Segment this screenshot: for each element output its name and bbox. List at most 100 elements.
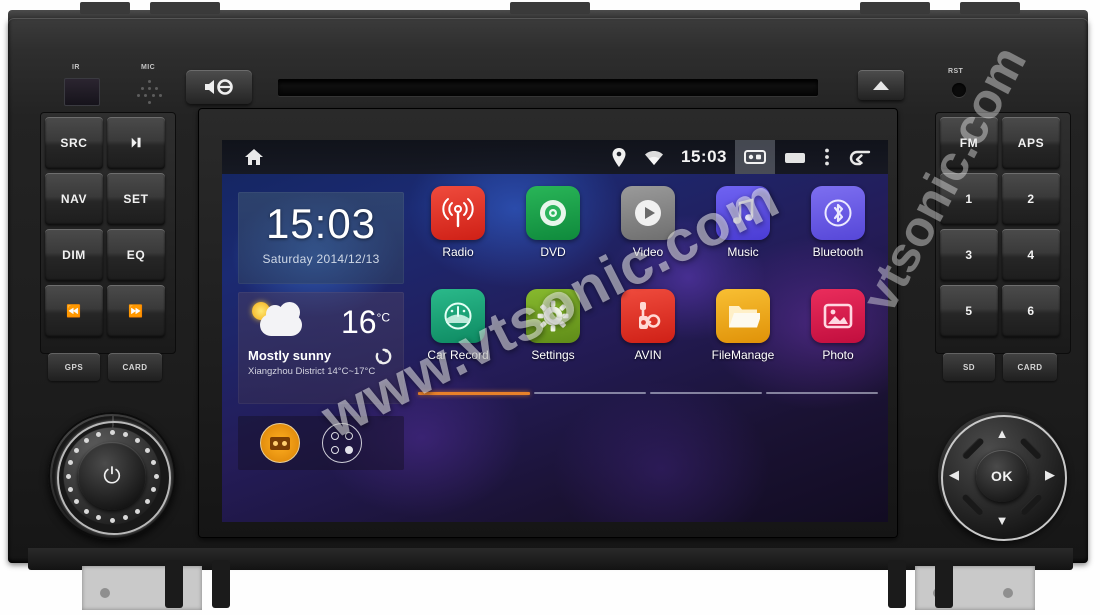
app-avin[interactable]: AVIN bbox=[608, 289, 688, 362]
clock-widget-time: 15:03 bbox=[265, 200, 377, 247]
app-label: DVD bbox=[540, 245, 566, 259]
app-row-2: Car Record Settings AVIN FileManage Phot… bbox=[418, 289, 878, 362]
preset-2-button[interactable]: 2 bbox=[1002, 173, 1060, 225]
button-label: 4 bbox=[1027, 248, 1035, 262]
app-settings[interactable]: Settings bbox=[513, 289, 593, 362]
preset-3-button[interactable]: 3 bbox=[940, 229, 998, 281]
clock-widget[interactable]: 15:03 Saturday 2014/12/13 bbox=[238, 192, 404, 284]
slot-label: SD bbox=[962, 362, 976, 372]
dpad-control[interactable]: ▲ ▼ ◀ ▶ OK bbox=[938, 412, 1067, 541]
app-car-record[interactable]: Car Record bbox=[418, 289, 498, 362]
button-label: DIM bbox=[62, 248, 86, 262]
app-label: Video bbox=[632, 245, 664, 259]
disc-slot[interactable] bbox=[278, 79, 818, 96]
dpad-right-button[interactable]: ▶ bbox=[1045, 467, 1055, 483]
app-radio[interactable]: Radio bbox=[418, 186, 498, 259]
app-photo[interactable]: Photo bbox=[798, 289, 878, 362]
button-label: SRC bbox=[60, 136, 88, 150]
microphone-grille bbox=[137, 80, 163, 104]
page-dot[interactable] bbox=[650, 392, 762, 394]
weather-location-range: Xiangzhou District 14°C~17°C bbox=[248, 366, 376, 377]
button-label: ⏪ bbox=[66, 304, 82, 318]
touchscreen[interactable]: 15:03 15:03 Saturday 2014/12/13 16°C Mos… bbox=[222, 140, 888, 522]
power-button[interactable]: ⏻ bbox=[78, 442, 146, 510]
navigation-button[interactable]: NAV bbox=[45, 173, 103, 225]
page-indicator[interactable] bbox=[418, 392, 878, 395]
app-filemanager[interactable]: FileManage bbox=[703, 289, 783, 362]
preset-1-button[interactable]: 1 bbox=[940, 173, 998, 225]
screenshot-root: IR MIC RST SRC ⏵❙ NAV SET DIM EQ ⏪ ⏩ GPS… bbox=[0, 0, 1100, 615]
source-button[interactable]: SRC bbox=[45, 117, 103, 169]
mounting-clip bbox=[888, 560, 906, 608]
fm-band-button[interactable]: FM bbox=[940, 117, 998, 169]
app-video[interactable]: Video bbox=[608, 186, 688, 259]
gps-card-slot[interactable]: GPS bbox=[48, 353, 100, 381]
reset-label: RST bbox=[948, 68, 964, 75]
av-input-icon bbox=[639, 302, 661, 329]
sd-slot[interactable]: SD bbox=[943, 353, 995, 381]
preset-5-button[interactable]: 5 bbox=[940, 285, 998, 337]
bluetooth-icon-tile bbox=[811, 186, 865, 240]
overflow-menu-icon bbox=[825, 148, 829, 166]
music-note-icon bbox=[733, 198, 754, 224]
app-label: Settings bbox=[531, 348, 575, 362]
media-shortcut[interactable] bbox=[260, 423, 300, 463]
setup-button[interactable]: SET bbox=[107, 173, 165, 225]
mute-button[interactable] bbox=[186, 70, 252, 104]
refresh-icon bbox=[375, 348, 392, 365]
slot-label: CARD bbox=[1017, 362, 1043, 372]
app-music[interactable]: Music bbox=[703, 186, 783, 259]
app-label: Bluetooth bbox=[812, 245, 864, 259]
button-label: 2 bbox=[1027, 192, 1035, 206]
button-label: 5 bbox=[965, 304, 973, 318]
auto-preset-scan-button[interactable]: APS bbox=[1002, 117, 1060, 169]
reset-pinhole[interactable] bbox=[952, 83, 966, 97]
gear-icon bbox=[537, 300, 569, 332]
mounting-clip bbox=[212, 560, 230, 608]
wifi-status bbox=[635, 140, 673, 174]
power-icon: ⏻ bbox=[103, 463, 121, 488]
recent-apps-button[interactable] bbox=[775, 140, 815, 174]
preset-4-button[interactable]: 4 bbox=[1002, 229, 1060, 281]
app-label: AVIN bbox=[634, 348, 662, 362]
button-label: 6 bbox=[1027, 304, 1035, 318]
card-slot-right[interactable]: CARD bbox=[1003, 353, 1057, 381]
eject-button[interactable] bbox=[858, 70, 904, 100]
page-dot[interactable] bbox=[534, 392, 646, 394]
dpad-up-button[interactable]: ▲ bbox=[938, 426, 1066, 441]
weather-widget[interactable]: 16°C Mostly sunny Xiangzhou District 14°… bbox=[238, 292, 404, 404]
dpad-down-button[interactable]: ▼ bbox=[938, 513, 1066, 528]
dimmer-button[interactable]: DIM bbox=[45, 229, 103, 281]
next-track-button[interactable]: ⏩ bbox=[107, 285, 165, 337]
home-icon bbox=[245, 149, 263, 165]
overflow-menu-button[interactable] bbox=[815, 140, 839, 174]
play-pause-button[interactable]: ⏵❙ bbox=[107, 117, 165, 169]
button-label: NAV bbox=[60, 192, 88, 206]
dpad-left-button[interactable]: ◀ bbox=[949, 467, 959, 483]
app-dvd[interactable]: DVD bbox=[513, 186, 593, 259]
chassis-tab bbox=[860, 2, 930, 14]
filemanager-icon-tile bbox=[716, 289, 770, 343]
all-apps-shortcut[interactable] bbox=[322, 423, 362, 463]
chassis-tab bbox=[510, 2, 590, 14]
button-label: SET bbox=[123, 192, 149, 206]
volume-knob[interactable]: ⏻ bbox=[48, 412, 176, 540]
home-button[interactable] bbox=[222, 147, 286, 167]
preset-6-button[interactable]: 6 bbox=[1002, 285, 1060, 337]
back-button[interactable] bbox=[839, 140, 888, 174]
page-dot[interactable] bbox=[418, 392, 530, 395]
dpad-ok-button[interactable]: OK bbox=[976, 450, 1028, 502]
dvd-icon-tile bbox=[526, 186, 580, 240]
slot-label: GPS bbox=[64, 362, 84, 372]
app-bluetooth[interactable]: Bluetooth bbox=[798, 186, 878, 259]
weather-refresh-button[interactable] bbox=[375, 348, 392, 369]
screenshot-button[interactable] bbox=[735, 140, 775, 174]
page-dot[interactable] bbox=[766, 392, 878, 394]
equalizer-button[interactable]: EQ bbox=[107, 229, 165, 281]
button-label: APS bbox=[1017, 136, 1045, 150]
previous-track-button[interactable]: ⏪ bbox=[45, 285, 103, 337]
settings-icon-tile bbox=[526, 289, 580, 343]
mounting-bracket-right bbox=[915, 566, 1035, 610]
card-slot[interactable]: CARD bbox=[108, 353, 162, 381]
radio-icon-tile bbox=[431, 186, 485, 240]
